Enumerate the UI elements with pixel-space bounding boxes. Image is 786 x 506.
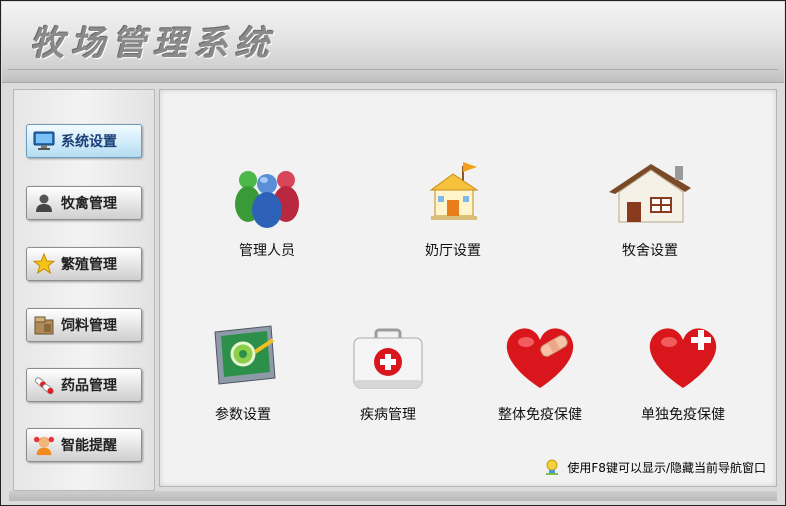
sidebar-item-medicine-management[interactable]: 药品管理 [26,368,142,402]
tile-disease-management[interactable]: 疾病管理 [328,316,448,424]
sidebar: 系统设置 牧禽管理 繁殖管理 饲料管理 药品管理 智能提醒 [13,89,155,491]
sidebar-item-livestock-management[interactable]: 牧禽管理 [26,186,142,220]
milk-hall-icon [393,152,513,228]
tile-management-staff[interactable]: 管理人员 [207,152,327,260]
main-panel: 管理人员 奶厅设置 牧舍设置 参数设置 疾病管理 整体免疫保健 单独免疫保健 使… [159,89,777,487]
hint-text: 使用F8键可以显示/隐藏当前导航窗口 [567,460,766,475]
nav-toggle-hint: 使用F8键可以显示/隐藏当前导航窗口 [543,458,766,476]
star-icon [33,253,55,275]
settings-panel-icon [183,316,303,392]
tile-milk-hall-settings[interactable]: 奶厅设置 [393,152,513,260]
user-icon [33,192,55,214]
tile-overall-immunization[interactable]: 整体免疫保健 [480,316,600,424]
people-icon [207,152,327,228]
tile-parameter-settings[interactable]: 参数设置 [183,316,303,424]
lightbulb-icon [543,458,561,476]
bottom-bar [9,491,777,501]
tile-individual-immunization[interactable]: 单独免疫保健 [623,316,743,424]
tile-label: 疾病管理 [360,407,416,423]
house-icon [590,152,710,228]
tile-label: 参数设置 [215,407,271,423]
pills-icon [33,374,55,396]
tile-label: 牧舍设置 [622,243,678,259]
tile-label: 单独免疫保健 [641,407,725,423]
tile-label: 奶厅设置 [425,243,481,259]
reminder-icon [33,434,55,456]
sidebar-item-label: 智能提醒 [61,438,117,454]
tile-label: 整体免疫保健 [498,407,582,423]
sidebar-item-system-settings[interactable]: 系统设置 [26,124,142,158]
app-title: 牧场管理系统 [30,24,276,64]
sidebar-item-label: 系统设置 [61,134,117,150]
sidebar-item-label: 牧禽管理 [61,196,117,212]
app-window: 牧场管理系统 系统设置 牧禽管理 繁殖管理 饲料管理 药品管理 智能提醒 管理人… [0,0,786,506]
sidebar-item-breeding-management[interactable]: 繁殖管理 [26,247,142,281]
heart-bandage-icon [480,316,600,392]
heart-plus-icon [623,316,743,392]
feed-box-icon [33,314,55,336]
monitor-icon [33,130,55,152]
sidebar-item-feed-management[interactable]: 饲料管理 [26,308,142,342]
sidebar-item-label: 繁殖管理 [61,257,117,273]
first-aid-kit-icon [328,316,448,392]
sidebar-item-label: 药品管理 [61,378,117,394]
sidebar-item-label: 饲料管理 [61,318,117,334]
tile-barn-settings[interactable]: 牧舍设置 [590,152,710,260]
header-bar [8,69,778,82]
tile-label: 管理人员 [239,243,295,259]
sidebar-item-smart-reminder[interactable]: 智能提醒 [26,428,142,462]
app-header: 牧场管理系统 [2,2,784,83]
